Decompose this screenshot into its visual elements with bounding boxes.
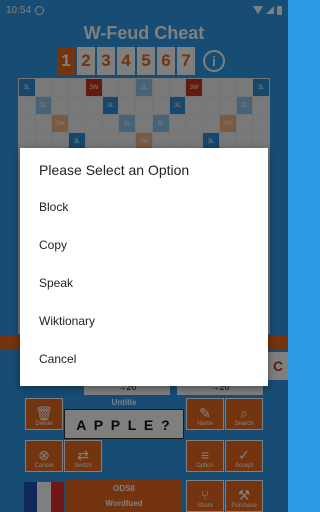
option-block[interactable]: Block <box>20 189 268 225</box>
option-speak[interactable]: Speak <box>20 265 268 301</box>
dialog-title: Please Select an Option <box>39 162 190 178</box>
option-cancel[interactable]: Cancel <box>20 341 268 377</box>
option-copy[interactable]: Copy <box>20 227 268 263</box>
option-wiktionary[interactable]: Wiktionary <box>20 303 268 339</box>
option-dialog: Please Select an Option Block Copy Speak… <box>20 148 268 386</box>
